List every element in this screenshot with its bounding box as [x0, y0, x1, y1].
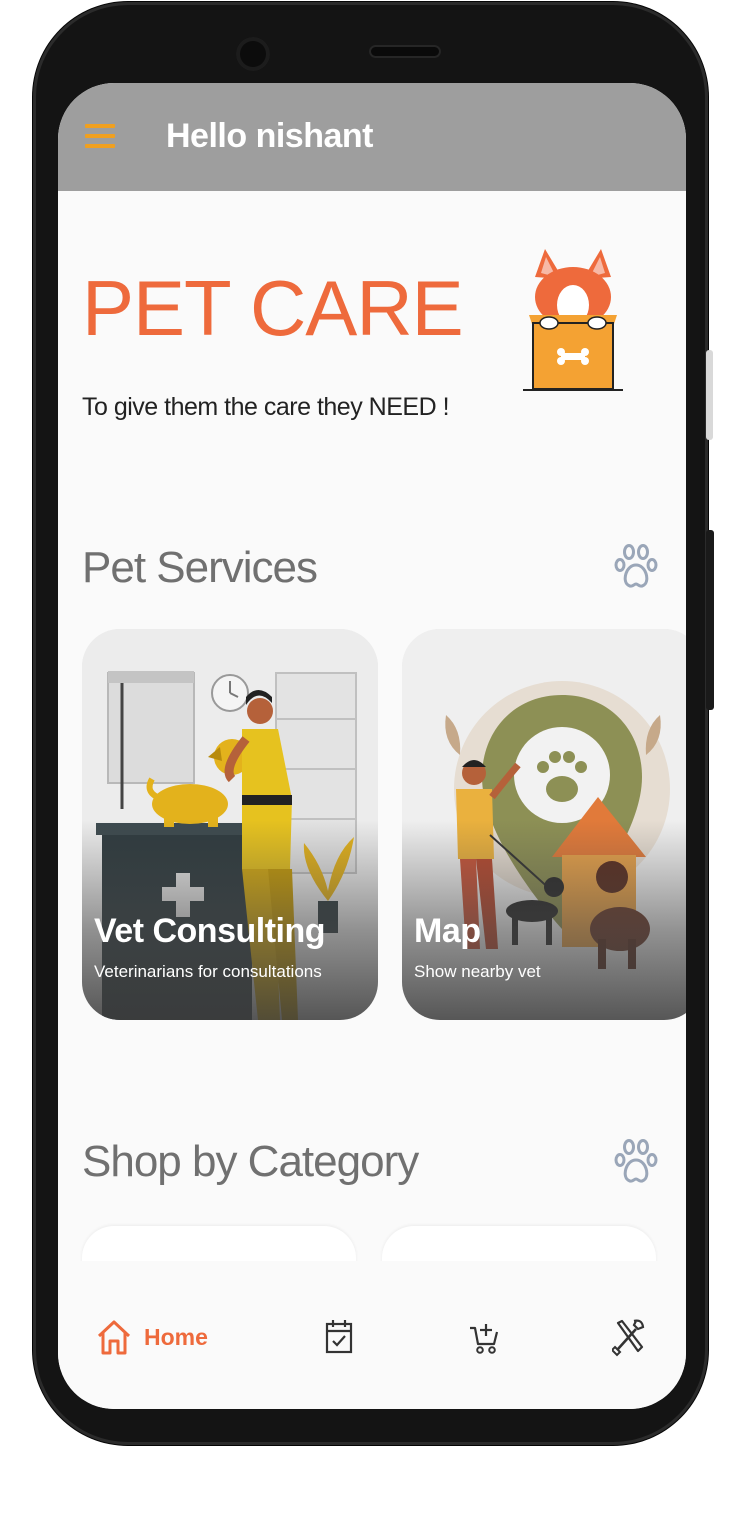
- cart-add-icon: [470, 1324, 499, 1354]
- earpiece-speaker: [369, 45, 441, 58]
- hamburger-menu-icon[interactable]: [85, 124, 115, 150]
- app-screen: Hello nishant PET CARE To give them the …: [58, 83, 686, 1409]
- nav-bookings[interactable]: [324, 1315, 354, 1359]
- nav-cart[interactable]: [468, 1315, 500, 1359]
- app-bar: Hello nishant: [58, 83, 686, 191]
- vet-consulting-card[interactable]: Vet Consulting Veterinarians for consult…: [82, 629, 378, 1020]
- calendar-check-icon: [325, 1320, 353, 1354]
- nav-home-label: Home: [144, 1323, 208, 1350]
- hero-title: PET CARE: [82, 264, 464, 352]
- shop-by-category-heading: Shop by Category: [82, 1137, 419, 1186]
- nav-home[interactable]: Home: [96, 1315, 208, 1359]
- bottom-navigation: Home: [58, 1261, 686, 1409]
- home-icon: [97, 1320, 131, 1355]
- vet-consulting-subtitle: Veterinarians for consultations: [94, 962, 322, 981]
- map-title: Map: [414, 912, 481, 950]
- volume-button: [706, 530, 714, 710]
- vet-consulting-title: Vet Consulting: [94, 912, 326, 950]
- map-subtitle: Show nearby vet: [414, 962, 541, 981]
- map-card[interactable]: Map Show nearby vet: [402, 629, 686, 1020]
- paw-icon: [614, 544, 658, 588]
- pet-services-heading: Pet Services: [82, 543, 318, 592]
- dog-in-box-icon: [523, 249, 623, 391]
- paw-icon: [614, 1139, 658, 1183]
- power-button: [706, 350, 713, 440]
- front-camera: [236, 37, 270, 71]
- tools-icon: [612, 1319, 645, 1357]
- greeting-text: Hello nishant: [166, 117, 373, 155]
- hero-subtitle: To give them the care they NEED !: [82, 393, 450, 421]
- nav-tools[interactable]: [612, 1315, 646, 1359]
- services-carousel[interactable]: Vet Consulting Veterinarians for consult…: [82, 629, 686, 1022]
